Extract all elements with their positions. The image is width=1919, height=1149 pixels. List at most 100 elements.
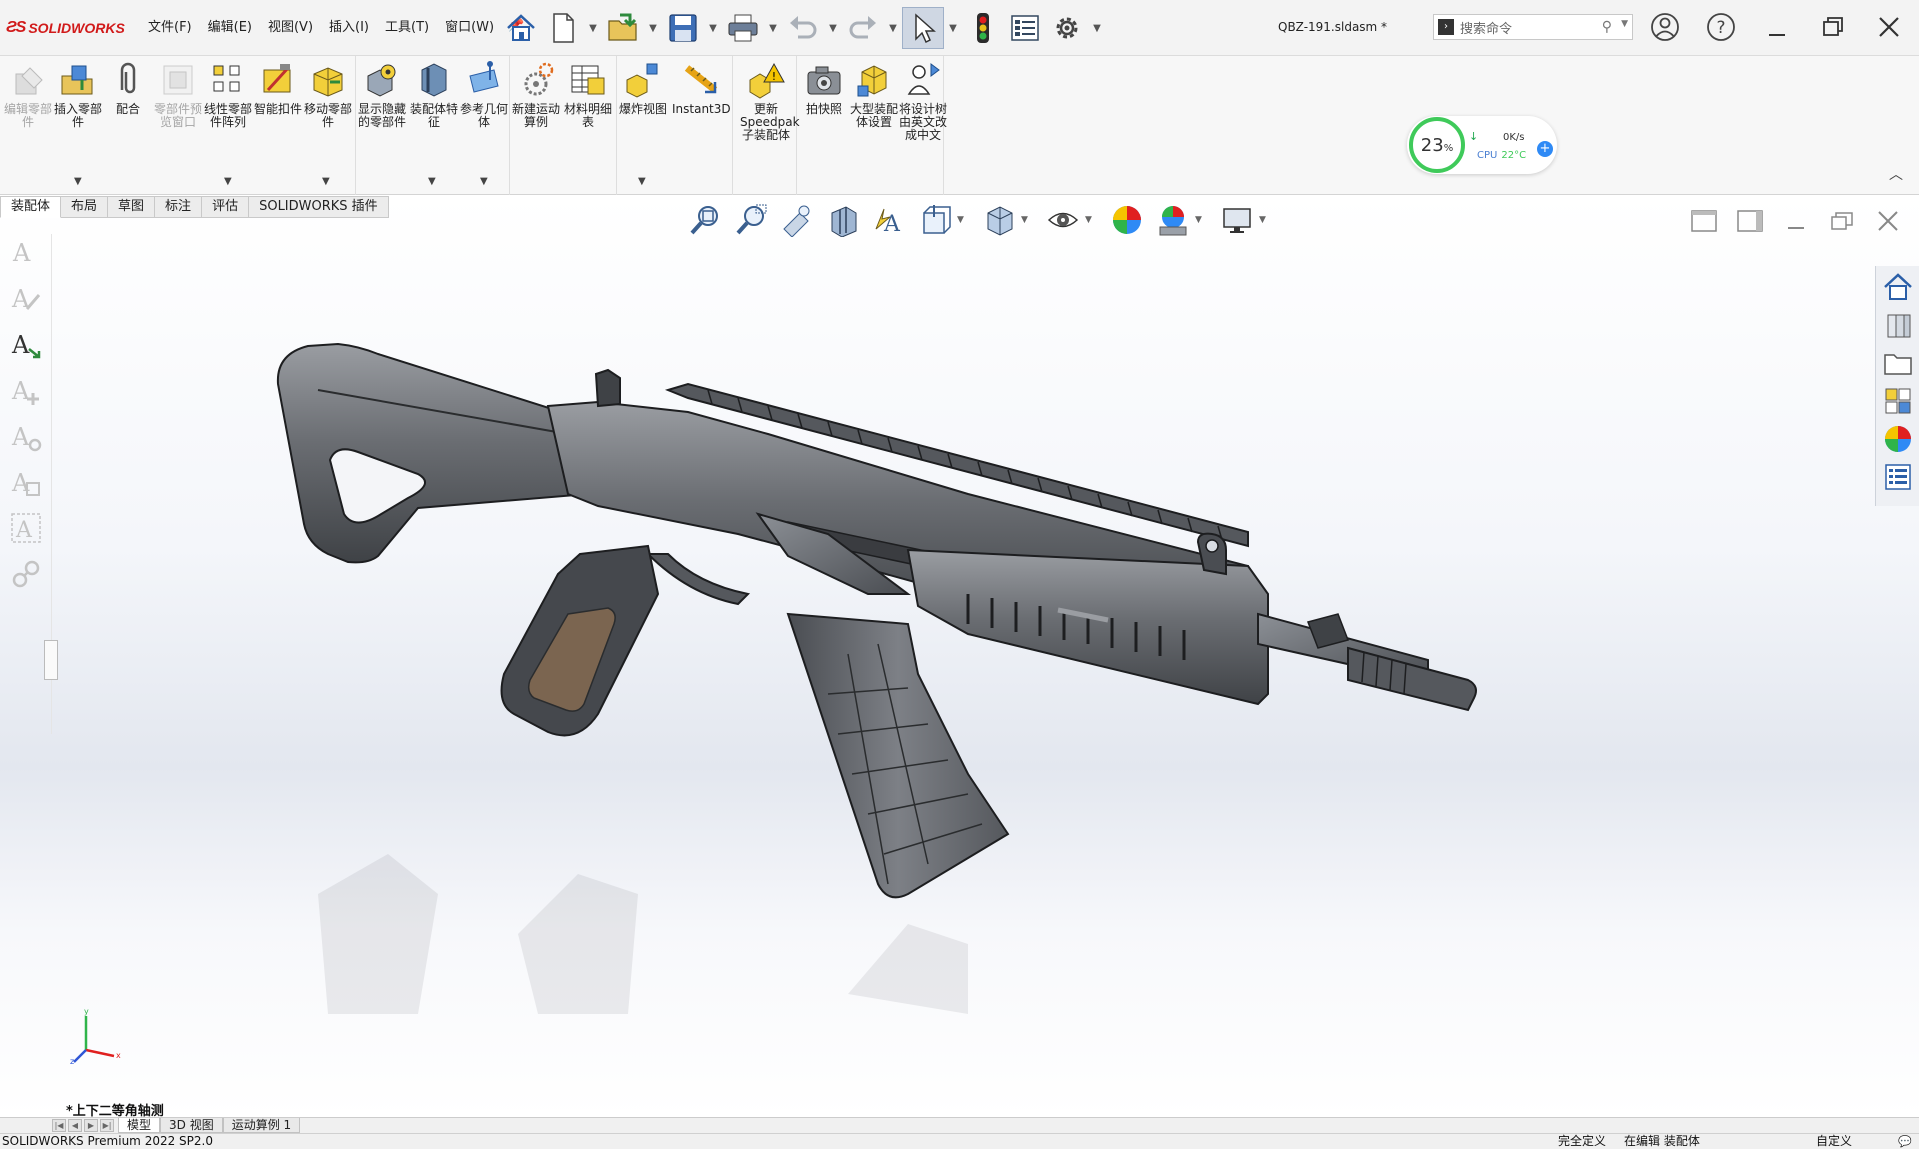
search-commands-input[interactable]: › 搜索命令 ⚲ ▼: [1433, 14, 1633, 40]
search-icon[interactable]: ⚲: [1602, 19, 1612, 35]
edit-appearance-button[interactable]: [1107, 200, 1147, 240]
chevron-down-icon[interactable]: ▼: [74, 176, 82, 187]
graphics-area[interactable]: A A A A A A A A ▼ ▼ ▼ ▼ ▼ y x z *上下二等角轴测: [0, 196, 1919, 1117]
restore-button[interactable]: [1813, 10, 1853, 44]
balloon-button[interactable]: A: [8, 372, 44, 408]
chevron-down-icon[interactable]: ▼: [884, 7, 902, 49]
view-settings-button[interactable]: [1217, 200, 1257, 240]
chevron-down-icon[interactable]: ▼: [1621, 19, 1628, 29]
custom-properties-tab[interactable]: [1881, 460, 1915, 494]
move-component-button[interactable]: 移动零部件: [303, 60, 353, 129]
viewport-split-left-button[interactable]: [1688, 208, 1720, 234]
previous-view-button[interactable]: [777, 200, 817, 240]
auto-balloon-button[interactable]: A: [8, 326, 44, 362]
previous-tab-icon[interactable]: ◀: [68, 1118, 82, 1132]
chevron-down-icon[interactable]: ▼: [704, 7, 722, 49]
menu-window[interactable]: 窗口(W): [437, 18, 502, 38]
tab-evaluate[interactable]: 评估: [202, 196, 250, 218]
redo-button[interactable]: [842, 7, 884, 49]
help-button[interactable]: ?: [1701, 10, 1741, 44]
zoom-to-fit-button[interactable]: [685, 200, 725, 240]
save-button[interactable]: [662, 7, 704, 49]
exploded-view-button[interactable]: 爆炸视图: [618, 60, 668, 116]
print-button[interactable]: [722, 7, 764, 49]
options-button[interactable]: [1046, 7, 1088, 49]
tab-layout[interactable]: 布局: [61, 196, 109, 218]
zoom-to-area-button[interactable]: [731, 200, 771, 240]
instant3d-button[interactable]: Instant3D: [672, 60, 731, 116]
linear-pattern-button[interactable]: 线性零部件阵列: [203, 60, 253, 129]
bill-of-materials-button[interactable]: 材料明细表: [563, 60, 613, 129]
chevron-down-icon[interactable]: ▼: [224, 176, 232, 187]
note-button[interactable]: A: [8, 234, 44, 270]
rifle-assembly-model[interactable]: [268, 294, 1798, 1014]
dynamic-annotation-button[interactable]: A: [869, 200, 909, 240]
datum-feature-button[interactable]: A: [8, 510, 44, 546]
viewport-minimize-button[interactable]: [1780, 208, 1812, 234]
menu-edit[interactable]: 编辑(E): [200, 18, 260, 38]
smart-fasteners-button[interactable]: 智能扣件: [253, 60, 303, 116]
take-snapshot-button[interactable]: 拍快照: [799, 60, 849, 116]
units-status[interactable]: 自定义: [1816, 1134, 1852, 1149]
large-assembly-settings-button[interactable]: 大型装配体设置: [849, 60, 899, 129]
open-button[interactable]: [602, 7, 644, 49]
close-button[interactable]: [1869, 10, 1909, 44]
tab-markup[interactable]: 标注: [155, 196, 203, 218]
tab-3d-view[interactable]: 3D 视图: [160, 1118, 223, 1133]
next-tab-icon[interactable]: ▶: [84, 1118, 98, 1132]
chevron-down-icon[interactable]: ▼: [322, 176, 330, 187]
menu-file[interactable]: 文件(F): [140, 18, 200, 38]
design-library-tab[interactable]: [1881, 308, 1915, 342]
update-speedpak-button[interactable]: ! 更新Speedpak子装配体: [740, 60, 800, 142]
chevron-down-icon[interactable]: ▼: [584, 7, 602, 49]
home-button[interactable]: [500, 7, 542, 49]
show-hidden-components-button[interactable]: 显示隐藏的零部件: [357, 60, 407, 129]
surface-finish-button[interactable]: A: [8, 464, 44, 500]
menu-view[interactable]: 视图(V): [260, 18, 321, 38]
chevron-down-icon[interactable]: ▼: [428, 176, 436, 187]
solidworks-resources-tab[interactable]: [1881, 270, 1915, 304]
performance-widget[interactable]: 23% ↓ 0K/s CPU 22°C +: [1407, 116, 1557, 174]
file-explorer-tab[interactable]: [1881, 346, 1915, 380]
chevron-down-icon[interactable]: ▼: [1195, 215, 1209, 225]
undo-button[interactable]: [782, 7, 824, 49]
last-tab-icon[interactable]: ▶|: [100, 1118, 114, 1132]
solidworks-logo[interactable]: ƧS SOLIDWORKS: [6, 14, 125, 42]
minimize-button[interactable]: [1757, 10, 1797, 44]
appearances-tab[interactable]: [1881, 422, 1915, 456]
reference-geometry-button[interactable]: 参考几何体: [459, 60, 509, 129]
edit-component-button[interactable]: 编辑零部件: [3, 60, 53, 129]
panel-collapse-handle[interactable]: [44, 640, 58, 680]
stacked-balloon-button[interactable]: A: [8, 418, 44, 454]
file-properties-button[interactable]: [1004, 7, 1046, 49]
rebuild-button[interactable]: [962, 7, 1004, 49]
edit-note-button[interactable]: A: [8, 280, 44, 316]
chevron-down-icon[interactable]: ▼: [944, 7, 962, 49]
chevron-down-icon[interactable]: ▼: [764, 7, 782, 49]
weld-symbol-button[interactable]: [8, 556, 44, 592]
tab-solidworks-addins[interactable]: SOLIDWORKS 插件: [249, 196, 389, 218]
chevron-down-icon[interactable]: ▼: [1088, 7, 1106, 49]
chevron-down-icon[interactable]: ▼: [644, 7, 662, 49]
select-button[interactable]: [902, 7, 944, 49]
tab-model[interactable]: 模型: [118, 1118, 161, 1133]
chevron-down-icon[interactable]: ▼: [1259, 215, 1273, 225]
collapse-ribbon-icon[interactable]: ︿: [1889, 164, 1903, 184]
menu-insert[interactable]: 插入(I): [321, 18, 377, 38]
chevron-down-icon[interactable]: ▼: [1085, 215, 1099, 225]
hide-show-items-button[interactable]: [1043, 200, 1083, 240]
view-orientation-button[interactable]: [915, 200, 955, 240]
chevron-down-icon[interactable]: ▼: [480, 176, 488, 187]
first-tab-icon[interactable]: |◀: [52, 1118, 66, 1132]
mate-button[interactable]: 配合: [103, 60, 153, 116]
tab-motion-study-1[interactable]: 运动算例 1: [222, 1118, 301, 1133]
chevron-down-icon[interactable]: ▼: [824, 7, 842, 49]
plus-icon[interactable]: +: [1537, 141, 1553, 157]
menu-tools[interactable]: 工具(T): [377, 18, 437, 38]
apply-scene-button[interactable]: [1153, 200, 1193, 240]
display-style-button[interactable]: [979, 200, 1019, 240]
chevron-down-icon[interactable]: ▼: [1021, 215, 1035, 225]
viewport-close-button[interactable]: [1872, 208, 1904, 234]
viewport-split-right-button[interactable]: [1734, 208, 1766, 234]
new-motion-study-button[interactable]: 新建运动算例: [511, 60, 561, 129]
